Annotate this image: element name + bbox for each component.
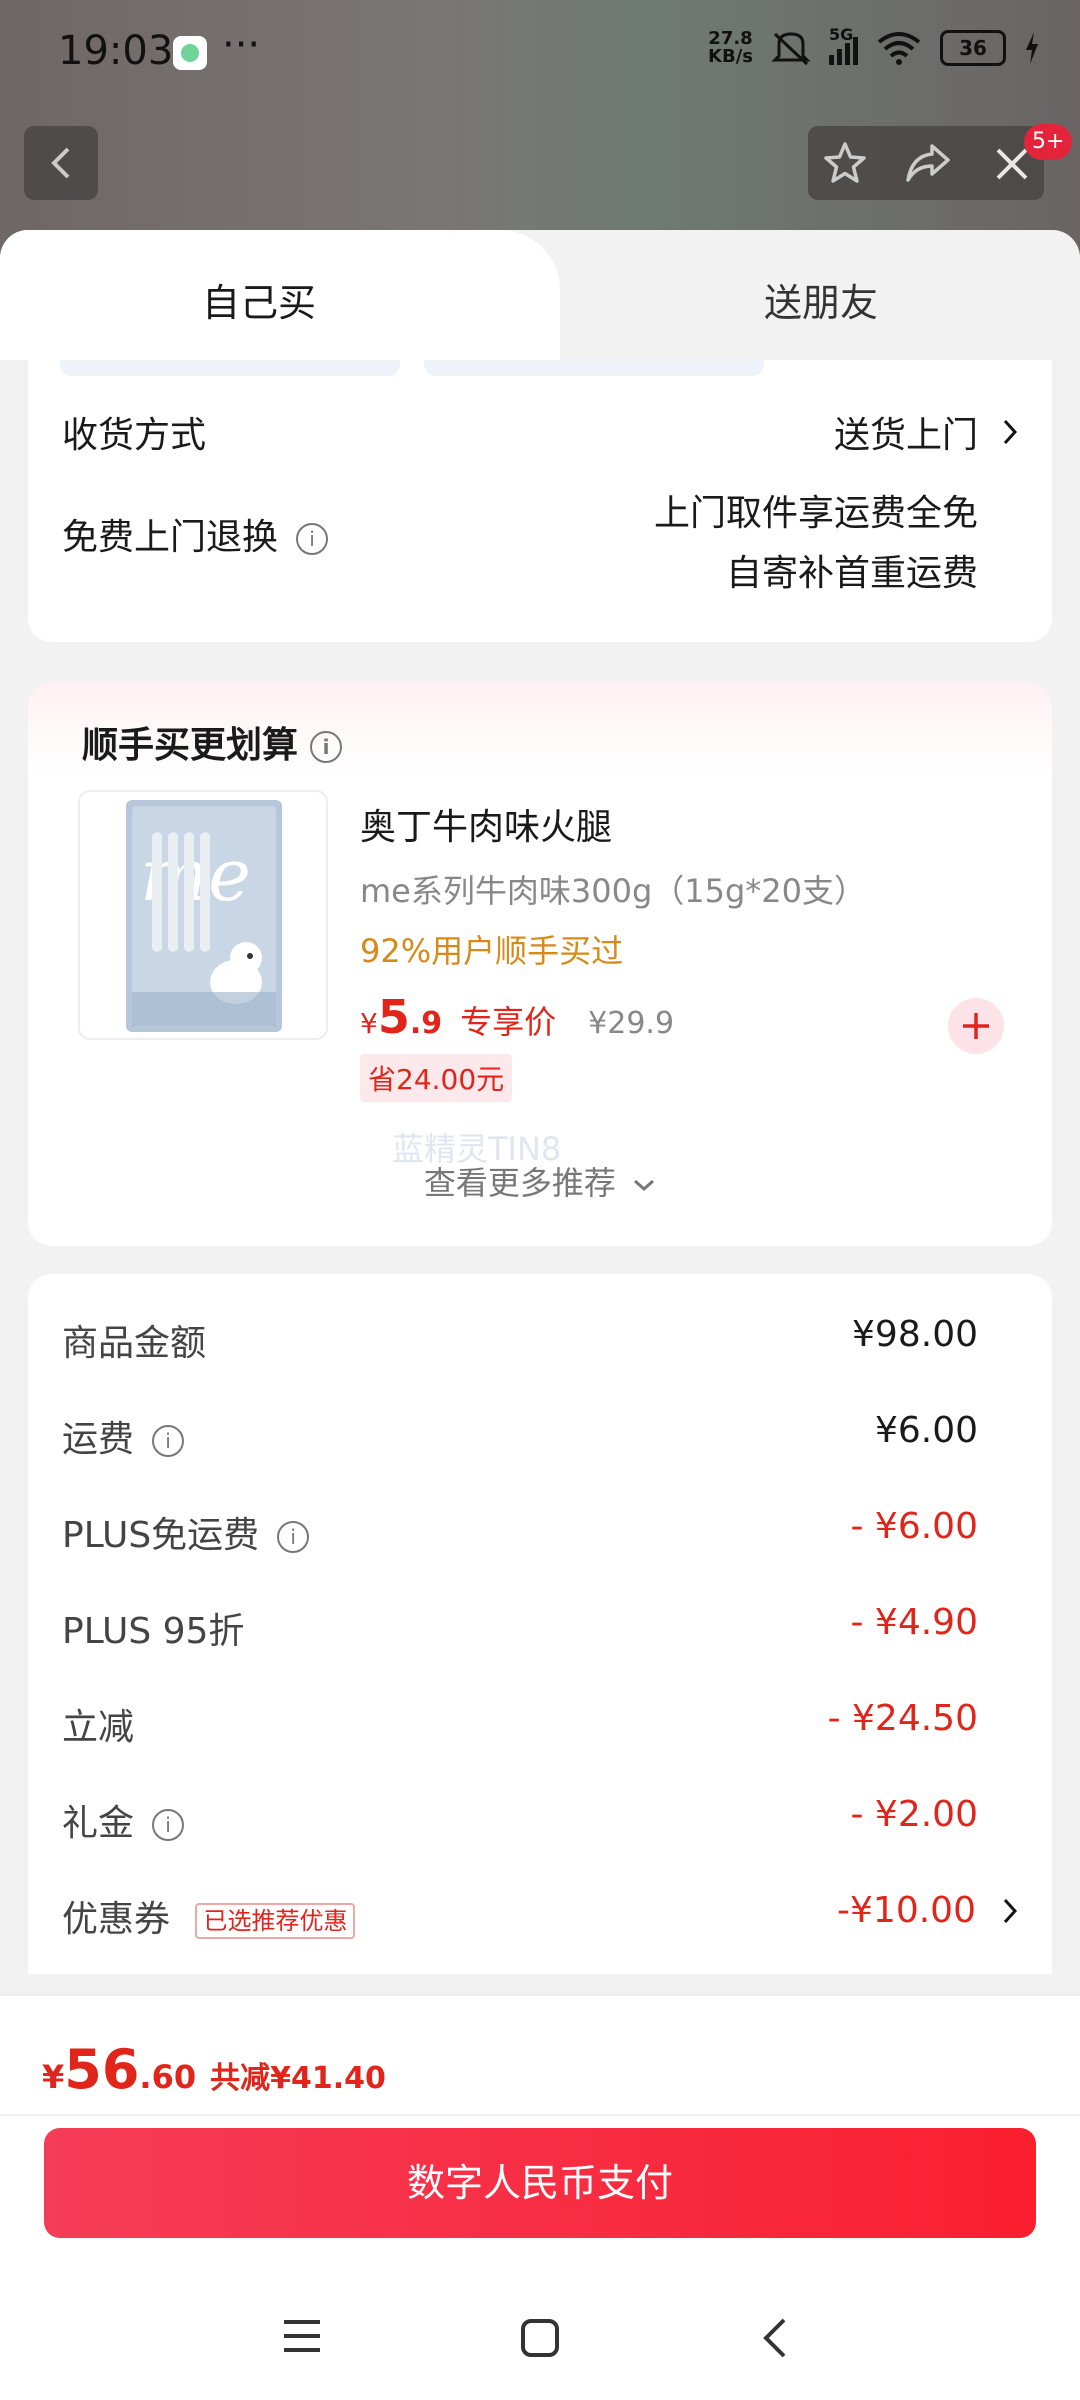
see-more-recommendations[interactable]: 查看更多推荐 [28,1158,1052,1204]
coupon-selector[interactable]: -¥10.00 [837,1890,1018,1931]
info-icon[interactable]: i [152,1425,185,1457]
free-return-detail: 上门取件享运费全免 自寄补首重运费 [653,493,978,594]
delivery-method-label: 收货方式 [62,415,207,456]
coupon-tag: 已选推荐优惠 [195,1903,356,1939]
info-icon[interactable]: i [277,1521,310,1553]
info-icon[interactable]: i [310,731,343,763]
summary-label-gift-money: 礼金 i [62,1794,185,1846]
share-icon[interactable] [904,140,952,186]
scrolled-chip [60,360,400,376]
summary-value-coupon: -¥10.00 [837,1890,976,1931]
signal-icon: 5G [829,25,858,65]
close-icon[interactable] [994,146,1030,182]
summary-value-shipping: ¥6.00 [874,1410,978,1451]
system-nav-bar [0,2286,1080,2400]
product-spec: me系列牛肉味300g（15g*20支） [360,872,867,910]
delivery-method-selector[interactable]: 送货上门 [834,406,1018,458]
total-price: ¥ 56 .60 共减¥41.40 [42,2038,386,2101]
header-action-group [808,126,1044,200]
product-bought-hint: 92%用户顺手买过 [360,932,624,970]
product-image[interactable]: me [78,790,328,1040]
info-icon[interactable]: i [296,523,329,555]
back-button[interactable] [24,126,98,200]
summary-label-instant-reduction: 立减 [62,1707,135,1748]
menu-icon[interactable] [282,2318,322,2354]
tab-gift-friend[interactable]: 送朋友 [764,272,878,327]
add-product-button[interactable] [948,998,1004,1054]
summary-label-plus-free-shipping: PLUS免运费 i [62,1506,310,1558]
summary-label-goods: 商品金额 [62,1323,207,1364]
free-return-label: 免费上门退换 i [62,508,329,560]
chevron-right-icon [1003,1898,1018,1923]
checkout-sheet: 自己买 送朋友 收货方式 送货上门 免费上门退换 i 上门取件享运费全免 自寄补首… [0,230,1080,2400]
back-nav-icon[interactable] [760,2316,790,2360]
battery-icon: 36 [940,30,1006,66]
charging-icon [1026,32,1038,64]
summary-value-instant-reduction: - ¥24.50 [827,1698,978,1739]
footer-divider [0,2114,1080,2116]
chevron-down-icon [634,1179,655,1192]
status-icons: 27.8 KB/s 5G 36 [708,25,1040,67]
scrolled-chip [424,360,764,376]
plus-icon [963,1013,989,1039]
wifi-icon [877,32,921,65]
save-amount-badge: 省24.00元 [360,1054,513,1102]
price-summary-card: 商品金额 ¥98.00 运费 i ¥6.00 PLUS免运费 i - ¥6.00 P… [28,1274,1052,1974]
app-notification-icon [173,36,207,70]
product-package-image: me [126,800,282,1032]
tab-self-buy[interactable]: 自己买 [202,272,316,327]
home-icon[interactable] [520,2318,560,2358]
payment-footer: ¥ 56 .60 共减¥41.40 数字人民币支付 [0,1994,1080,2400]
network-speed: 27.8 KB/s [708,28,753,67]
status-time: 19:03 [58,28,174,74]
delivery-method-value: 送货上门 [833,415,978,456]
summary-value-gift-money: - ¥2.00 [850,1794,979,1835]
delivery-card: 收货方式 送货上门 免费上门退换 i 上门取件享运费全免 自寄补首重运费 [28,360,1052,642]
mute-icon [771,32,811,66]
product-price: ¥ 5 .9 专享价 ¥29.9 [360,990,675,1044]
chevron-left-icon [51,147,70,179]
notification-badge: 5+ [1024,124,1073,160]
addon-title: 顺手买更划算 i [82,716,343,768]
summary-label-shipping: 运费 i [62,1410,185,1462]
summary-value-plus-free-shipping: - ¥6.00 [850,1506,979,1547]
addon-recommendation-card: 顺手买更划算 i me 奥丁牛肉味火腿 me系列牛肉味300g（15g*20支） … [28,682,1052,1246]
summary-value-plus-discount: - ¥4.90 [850,1602,979,1643]
info-icon[interactable]: i [152,1809,185,1841]
pay-button[interactable]: 数字人民币支付 [44,2128,1036,2238]
purchase-tabs: 自己买 送朋友 [0,230,1080,360]
summary-value-goods: ¥98.00 [852,1314,978,1355]
summary-label-coupon: 优惠券 已选推荐优惠 [62,1890,356,1942]
status-bar: 19:03 ··· 27.8 KB/s 5G 36 [0,0,1080,110]
favorite-star-icon[interactable] [822,140,868,186]
product-name[interactable]: 奥丁牛肉味火腿 [360,798,612,850]
more-notifications-icon: ··· [222,22,261,68]
chevron-right-icon [1003,419,1018,445]
summary-label-plus-discount: PLUS 95折 [62,1611,245,1652]
